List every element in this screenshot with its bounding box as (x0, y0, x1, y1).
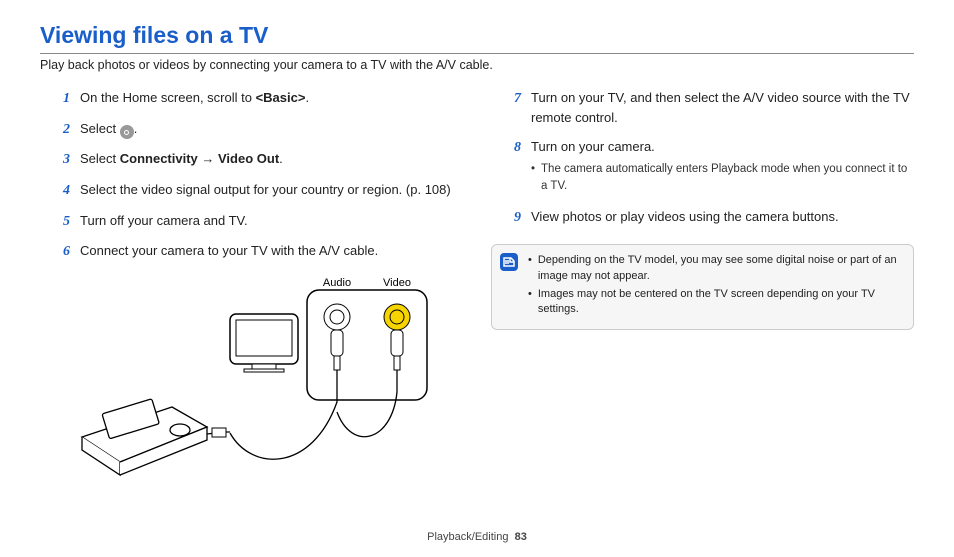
note-icon (500, 253, 518, 271)
step-text: Select . (80, 119, 463, 140)
label-audio: Audio (322, 277, 350, 289)
step: 6 Connect your camera to your TV with the… (58, 241, 463, 263)
note-item: Depending on the TV model, you may see s… (528, 253, 901, 284)
intro-text: Play back photos or videos by connecting… (40, 58, 914, 72)
step-text: Connect your camera to your TV with the … (80, 241, 463, 261)
step: 1 On the Home screen, scroll to <Basic>. (58, 88, 463, 110)
step: 7 Turn on your TV, and then select the A/… (509, 88, 914, 128)
step-text: Turn on your camera.The camera automatic… (531, 137, 914, 197)
step-subnote: The camera automatically enters Playback… (531, 161, 914, 193)
step-number: 8 (509, 137, 521, 159)
step-number: 5 (58, 211, 70, 233)
note-item: Images may not be centered on the TV scr… (528, 287, 901, 318)
connection-diagram: Audio Video (40, 272, 463, 487)
label-video: Video (383, 277, 411, 289)
step-number: 4 (58, 180, 70, 202)
step: 3 Select Connectivity → Video Out. (58, 149, 463, 171)
step-number: 7 (509, 88, 521, 110)
footer-section: Playback/Editing (427, 531, 508, 543)
left-column: 1 On the Home screen, scroll to <Basic>. 2… (40, 88, 463, 487)
step-number: 2 (58, 119, 70, 141)
step-number: 6 (58, 241, 70, 263)
step-text: On the Home screen, scroll to <Basic>. (80, 88, 463, 108)
step-text: View photos or play videos using the cam… (531, 207, 914, 227)
note-box: Depending on the TV model, you may see s… (491, 244, 914, 330)
step-text: Turn on your TV, and then select the A/V… (531, 88, 914, 128)
step-text: Select Connectivity → Video Out. (80, 149, 463, 169)
settings-target-icon (120, 125, 134, 139)
step: 5 Turn off your camera and TV. (58, 211, 463, 233)
step: 4 Select the video signal output for your… (58, 180, 463, 202)
right-column: 7 Turn on your TV, and then select the A/… (491, 88, 914, 487)
step: 8 Turn on your camera.The camera automati… (509, 137, 914, 197)
footer-page: 83 (515, 531, 527, 543)
step-number: 3 (58, 149, 70, 171)
step: 2 Select . (58, 119, 463, 141)
step-text: Select the video signal output for your … (80, 180, 463, 200)
title-rule (40, 53, 914, 54)
step: 9 View photos or play videos using the ca… (509, 207, 914, 229)
step-number: 1 (58, 88, 70, 110)
page-footer: Playback/Editing 83 (0, 531, 954, 543)
step-text: Turn off your camera and TV. (80, 211, 463, 231)
page-title: Viewing files on a TV (40, 22, 914, 49)
step-number: 9 (509, 207, 521, 229)
